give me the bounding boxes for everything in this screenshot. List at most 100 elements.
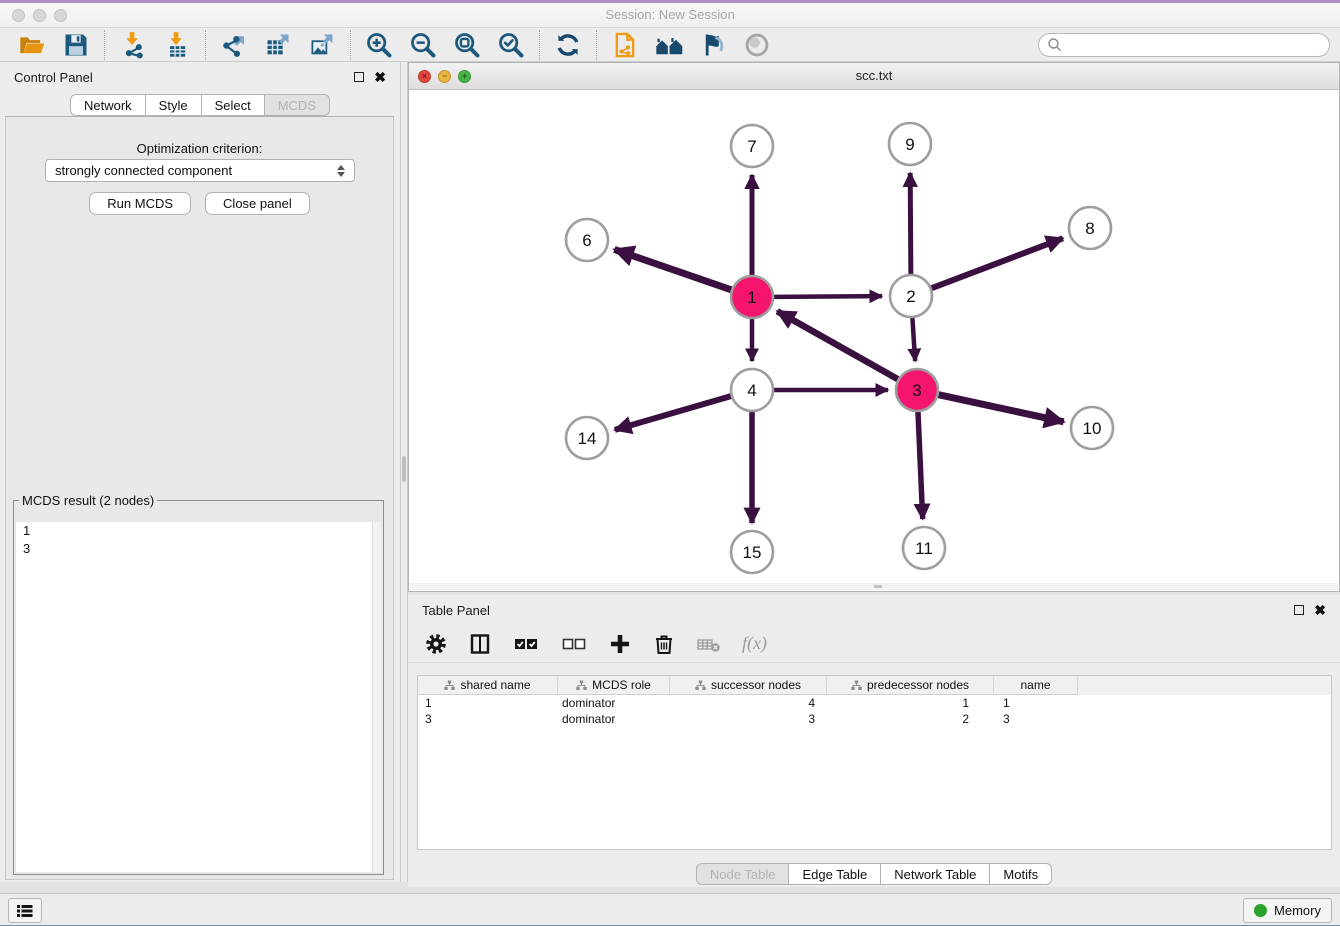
column-header-shared-name[interactable]: shared name [418, 676, 558, 695]
open-folder-icon[interactable] [17, 30, 47, 60]
result-scrollbar[interactable] [372, 522, 381, 872]
graph-node-8[interactable]: 8 [1069, 207, 1111, 249]
table-tab-edge-table[interactable]: Edge Table [789, 863, 881, 885]
panel-splitter[interactable] [400, 62, 408, 882]
resize-handle-icon[interactable] [874, 585, 882, 588]
svg-text:9: 9 [905, 135, 914, 154]
edge-3-11[interactable] [918, 412, 923, 519]
graph-node-3[interactable]: 3 [896, 369, 938, 411]
network-canvas[interactable]: 1 2 3 4 6 7 8 9 10 11 14 15 [410, 90, 1338, 583]
close-table-panel-icon[interactable]: ✖ [1314, 603, 1326, 617]
table-tab-node-table[interactable]: Node Table [696, 863, 790, 885]
table-row[interactable]: 1dominator411 [418, 695, 1331, 711]
export-network-icon[interactable] [219, 30, 249, 60]
graph-node-11[interactable]: 11 [903, 527, 945, 569]
graph-node-14[interactable]: 14 [566, 417, 608, 459]
table-cell[interactable]: dominator [558, 695, 670, 711]
zoom-out-icon[interactable] [408, 30, 438, 60]
close-panel-icon[interactable]: ✖ [374, 70, 386, 84]
save-icon[interactable] [61, 30, 91, 60]
main-toolbar [0, 28, 1340, 62]
view-resize-strip[interactable] [410, 583, 1338, 590]
zoom-in-icon[interactable] [364, 30, 394, 60]
edge-2-8[interactable] [932, 238, 1063, 288]
edge-1-6[interactable] [614, 249, 731, 289]
deselect-all-icon[interactable] [560, 631, 588, 657]
table-cell[interactable]: 3 [994, 711, 1078, 727]
window-title: Session: New Session [0, 7, 1340, 22]
criterion-value: strongly connected component [55, 163, 232, 178]
gear-icon[interactable] [424, 631, 448, 657]
svg-text:8: 8 [1085, 219, 1094, 238]
edge-4-14[interactable] [615, 396, 731, 430]
table-cell[interactable]: 1 [994, 695, 1078, 711]
table-cell[interactable]: dominator [558, 711, 670, 727]
zoom-selected-icon[interactable] [496, 30, 526, 60]
edge-3-1[interactable] [777, 311, 898, 379]
mcds-result-list[interactable]: 13 [16, 522, 381, 872]
trash-icon[interactable] [652, 631, 676, 657]
svg-text:1: 1 [747, 288, 756, 307]
application-window: Session: New Session [0, 0, 1340, 926]
splitter-handle-icon[interactable] [402, 456, 406, 482]
svg-text:11: 11 [915, 539, 933, 558]
export-table-icon[interactable] [263, 30, 293, 60]
graph-node-7[interactable]: 7 [731, 125, 773, 167]
export-image-icon[interactable] [307, 30, 337, 60]
table-cell[interactable]: 1 [827, 695, 994, 711]
graph-node-15[interactable]: 15 [731, 531, 773, 573]
network-canvas-svg: 1 2 3 4 6 7 8 9 10 11 14 15 [410, 90, 1340, 585]
edge-3-10[interactable] [938, 395, 1063, 422]
column-header-MCDS-role[interactable]: MCDS role [558, 676, 670, 695]
graph-node-1[interactable]: 1 [731, 276, 773, 318]
column-label: predecessor nodes [867, 678, 969, 692]
column-header-name[interactable]: name [994, 676, 1078, 695]
network-window-titlebar[interactable]: × − + scc.txt [409, 63, 1339, 90]
zoom-fit-icon[interactable] [452, 30, 482, 60]
table-cell[interactable]: 1 [418, 695, 558, 711]
column-header-predecessor-nodes[interactable]: predecessor nodes [827, 676, 994, 695]
edge-1-2[interactable] [774, 296, 882, 297]
node-table[interactable]: shared nameMCDS rolesuccessor nodes prede… [417, 675, 1332, 850]
column-header-successor-nodes[interactable]: successor nodes [670, 676, 827, 695]
graph-node-2[interactable]: 2 [890, 275, 932, 317]
tab-network[interactable]: Network [70, 94, 146, 116]
table-cell[interactable]: 4 [670, 695, 827, 711]
tab-style[interactable]: Style [146, 94, 202, 116]
float-panel-icon[interactable] [354, 72, 364, 82]
float-table-panel-icon[interactable] [1294, 605, 1304, 615]
table-tab-network-table[interactable]: Network Table [881, 863, 990, 885]
network-document-icon[interactable] [610, 30, 640, 60]
table-row[interactable]: 3dominator323 [418, 711, 1331, 727]
run-mcds-button[interactable]: Run MCDS [89, 192, 191, 215]
edge-2-9[interactable] [910, 173, 911, 274]
home-views-icon[interactable] [654, 30, 684, 60]
tab-select[interactable]: Select [202, 94, 265, 116]
svg-text:6: 6 [582, 231, 591, 250]
table-cell[interactable]: 2 [827, 711, 994, 727]
tab-mcds[interactable]: MCDS [265, 94, 330, 116]
refresh-layout-icon[interactable] [553, 30, 583, 60]
chevron-updown-icon [337, 165, 345, 177]
graph-node-6[interactable]: 6 [566, 219, 608, 261]
criterion-select[interactable]: strongly connected component [45, 159, 355, 182]
graph-node-9[interactable]: 9 [889, 123, 931, 165]
columns-icon[interactable] [468, 631, 492, 657]
table-cell[interactable]: 3 [418, 711, 558, 727]
hide-details-icon[interactable] [698, 30, 728, 60]
select-all-icon[interactable] [512, 631, 540, 657]
result-lines: 13 [16, 522, 381, 558]
graph-node-4[interactable]: 4 [731, 369, 773, 411]
table-tab-motifs[interactable]: Motifs [990, 863, 1052, 885]
graph-node-10[interactable]: 10 [1071, 407, 1113, 449]
edge-2-3[interactable] [912, 318, 915, 361]
search-input[interactable] [1038, 33, 1330, 57]
add-icon[interactable] [608, 631, 632, 657]
task-history-button[interactable] [8, 898, 42, 923]
table-cell[interactable]: 3 [670, 711, 827, 727]
close-panel-button[interactable]: Close panel [205, 192, 310, 215]
control-panel-tabs: NetworkStyleSelectMCDS [0, 94, 400, 116]
memory-button[interactable]: Memory [1243, 898, 1332, 923]
import-network-icon[interactable] [118, 30, 148, 60]
import-table-icon[interactable] [162, 30, 192, 60]
